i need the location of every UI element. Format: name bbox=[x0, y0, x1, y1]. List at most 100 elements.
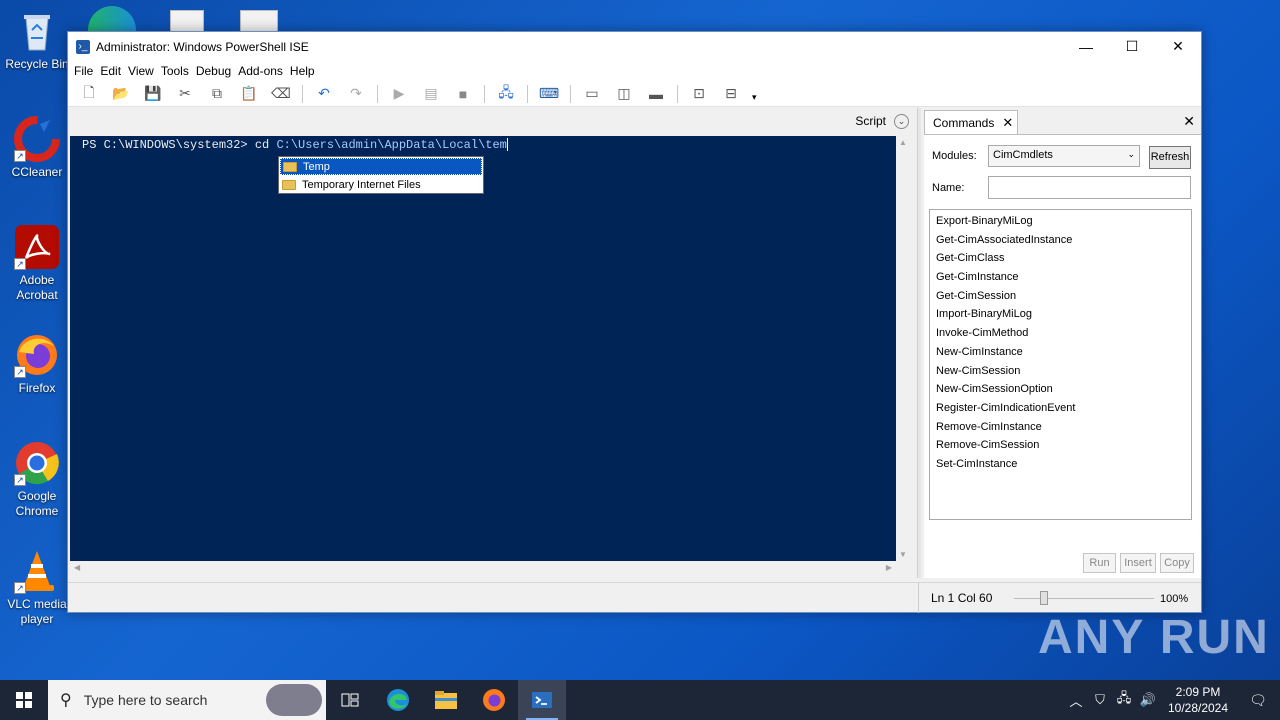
commands-list[interactable]: Export-BinaryMiLog Get-CimAssociatedInst… bbox=[929, 209, 1192, 520]
start-button[interactable] bbox=[0, 680, 48, 720]
toolbar-overflow-icon[interactable]: ▾ bbox=[752, 92, 757, 103]
console-output[interactable]: PS C:\WINDOWS\system32> cd C:\Users\admi… bbox=[70, 136, 896, 561]
document-desktop-icon[interactable] bbox=[170, 10, 204, 32]
modules-value: CimCmdlets bbox=[993, 149, 1053, 161]
command-item[interactable]: Remove-CimSession bbox=[930, 436, 1191, 455]
command-item[interactable]: Import-BinaryMiLog bbox=[930, 305, 1191, 324]
scroll-up-icon[interactable]: ▲ bbox=[899, 138, 907, 147]
script-label[interactable]: Script bbox=[855, 114, 886, 128]
copy-icon[interactable]: ⧉ bbox=[206, 84, 228, 104]
redo-icon[interactable]: ↷ bbox=[345, 84, 367, 104]
chevron-down-icon[interactable]: ⌄ bbox=[894, 113, 909, 129]
close-pane-icon[interactable]: ✕ bbox=[1183, 113, 1195, 130]
run-button[interactable]: Run bbox=[1083, 553, 1116, 573]
shortcut-arrow-icon: ↗ bbox=[14, 150, 26, 162]
menu-file[interactable]: File bbox=[74, 64, 100, 78]
menu-view[interactable]: View bbox=[128, 64, 161, 78]
show-addon-pane-icon[interactable]: ⊟ bbox=[720, 84, 742, 104]
title-bar[interactable]: ›_ Administrator: Windows PowerShell ISE… bbox=[68, 32, 1201, 61]
command-item[interactable]: Get-CimAssociatedInstance bbox=[930, 231, 1191, 250]
autocomplete-item[interactable]: Temp bbox=[280, 158, 482, 175]
maximize-button[interactable]: ☐ bbox=[1109, 32, 1155, 61]
notification-icon[interactable]: 🗨 bbox=[1236, 692, 1280, 709]
network-icon[interactable]: 🖧 bbox=[1112, 689, 1136, 711]
paste-icon[interactable]: 📋 bbox=[238, 84, 260, 104]
save-icon[interactable]: 💾 bbox=[142, 84, 164, 104]
desktop-icon-recycle-bin[interactable]: Recycle Bin bbox=[4, 8, 70, 72]
new-file-icon[interactable]: 🗋 bbox=[78, 84, 100, 104]
adobe-acrobat-icon: ↗ bbox=[14, 224, 60, 270]
scroll-right-icon[interactable]: ▶ bbox=[886, 563, 892, 572]
menu-tools[interactable]: Tools bbox=[161, 64, 196, 78]
horizontal-scrollbar[interactable]: ◀ ▶ bbox=[70, 561, 896, 577]
scroll-down-icon[interactable]: ▼ bbox=[899, 550, 907, 559]
command-item[interactable]: New-CimSession bbox=[930, 362, 1191, 381]
zoom-slider[interactable] bbox=[1014, 598, 1154, 599]
show-hidden-icons[interactable]: ︿ bbox=[1064, 691, 1088, 710]
autocomplete-popup: Temp Temporary Internet Files bbox=[278, 156, 484, 194]
cut-icon[interactable]: ✂ bbox=[174, 84, 196, 104]
command-item[interactable]: New-CimInstance bbox=[930, 343, 1191, 362]
show-script-maximized-icon[interactable]: ▬ bbox=[645, 84, 667, 104]
taskbar-file-explorer[interactable] bbox=[422, 680, 470, 720]
modules-dropdown[interactable]: CimCmdlets ⌄ bbox=[988, 145, 1140, 167]
scroll-left-icon[interactable]: ◀ bbox=[74, 563, 80, 572]
volume-icon[interactable]: 🔊 bbox=[1136, 692, 1160, 708]
command-item[interactable]: Remove-CimInstance bbox=[930, 418, 1191, 437]
security-icon[interactable]: ⛉ bbox=[1088, 692, 1112, 708]
close-button[interactable]: ✕ bbox=[1155, 32, 1201, 61]
clear-console-icon[interactable]: ⌫ bbox=[270, 84, 292, 104]
tab-commands[interactable]: Commands ✕ bbox=[924, 110, 1018, 134]
command-item[interactable]: Get-CimSession bbox=[930, 287, 1191, 306]
desktop-icon-vlc[interactable]: ↗ VLC media player bbox=[4, 548, 70, 627]
menu-debug[interactable]: Debug bbox=[196, 64, 238, 78]
show-script-top-icon[interactable]: ▭ bbox=[581, 84, 603, 104]
close-tab-icon[interactable]: ✕ bbox=[1002, 115, 1013, 131]
search-highlight-image bbox=[266, 684, 322, 716]
autocomplete-item[interactable]: Temporary Internet Files bbox=[280, 176, 483, 193]
command-item[interactable]: Get-CimInstance bbox=[930, 268, 1191, 287]
name-input[interactable] bbox=[988, 176, 1191, 199]
vertical-scrollbar[interactable]: ▲ ▼ bbox=[896, 136, 913, 561]
desktop-icon-label: Adobe Acrobat bbox=[16, 273, 58, 302]
taskbar-edge[interactable] bbox=[374, 680, 422, 720]
refresh-button[interactable]: Refresh bbox=[1149, 146, 1191, 169]
menu-addons[interactable]: Add-ons bbox=[238, 64, 290, 78]
insert-button[interactable]: Insert bbox=[1120, 553, 1156, 573]
powershell-ise-window: ›_ Administrator: Windows PowerShell ISE… bbox=[67, 31, 1202, 613]
word-desktop-icon[interactable] bbox=[240, 10, 278, 32]
zoom-slider-thumb[interactable] bbox=[1040, 591, 1048, 605]
command-item[interactable]: Register-CimIndicationEvent bbox=[930, 399, 1191, 418]
start-powershell-icon[interactable]: ⌨ bbox=[538, 84, 560, 104]
menu-help[interactable]: Help bbox=[290, 64, 322, 78]
edge-desktop-icon[interactable] bbox=[88, 6, 136, 32]
remote-powershell-icon[interactable]: 🖧 bbox=[495, 84, 517, 104]
desktop-icon-firefox[interactable]: ↗ Firefox bbox=[4, 332, 70, 396]
undo-icon[interactable]: ↶ bbox=[313, 84, 335, 104]
show-script-right-icon[interactable]: ◫ bbox=[613, 84, 635, 104]
command-item[interactable]: Export-BinaryMiLog bbox=[930, 212, 1191, 231]
taskbar-clock[interactable]: 2:09 PM 10/28/2024 bbox=[1160, 684, 1236, 716]
open-folder-icon[interactable]: 📂 bbox=[110, 84, 132, 104]
stop-icon[interactable]: ■ bbox=[452, 84, 474, 104]
minimize-button[interactable]: — bbox=[1063, 32, 1109, 61]
menu-edit[interactable]: Edit bbox=[100, 64, 128, 78]
command-item[interactable]: Invoke-CimMethod bbox=[930, 324, 1191, 343]
name-label: Name: bbox=[932, 182, 965, 194]
show-commands-icon[interactable]: ⊡ bbox=[688, 84, 710, 104]
pane-splitter[interactable] bbox=[917, 108, 921, 578]
desktop-icon-google-chrome[interactable]: ↗ Google Chrome bbox=[4, 440, 70, 519]
run-script-icon[interactable]: ▶ bbox=[388, 84, 410, 104]
taskbar-powershell-ise[interactable] bbox=[518, 680, 566, 720]
desktop-icon-ccleaner[interactable]: ↗ CCleaner bbox=[4, 116, 70, 180]
command-item[interactable]: Set-CimInstance bbox=[930, 455, 1191, 474]
command-item[interactable]: Get-CimClass bbox=[930, 249, 1191, 268]
run-selection-icon[interactable]: ▤ bbox=[420, 84, 442, 104]
taskbar-firefox[interactable] bbox=[470, 680, 518, 720]
copy-button[interactable]: Copy bbox=[1160, 553, 1194, 573]
task-view-button[interactable] bbox=[326, 680, 374, 720]
taskbar-search[interactable]: ⚲ Type here to search bbox=[48, 680, 326, 720]
command-item[interactable]: New-CimSessionOption bbox=[930, 380, 1191, 399]
desktop-icon-adobe-acrobat[interactable]: ↗ Adobe Acrobat bbox=[4, 224, 70, 303]
windows-logo-icon bbox=[16, 692, 32, 708]
